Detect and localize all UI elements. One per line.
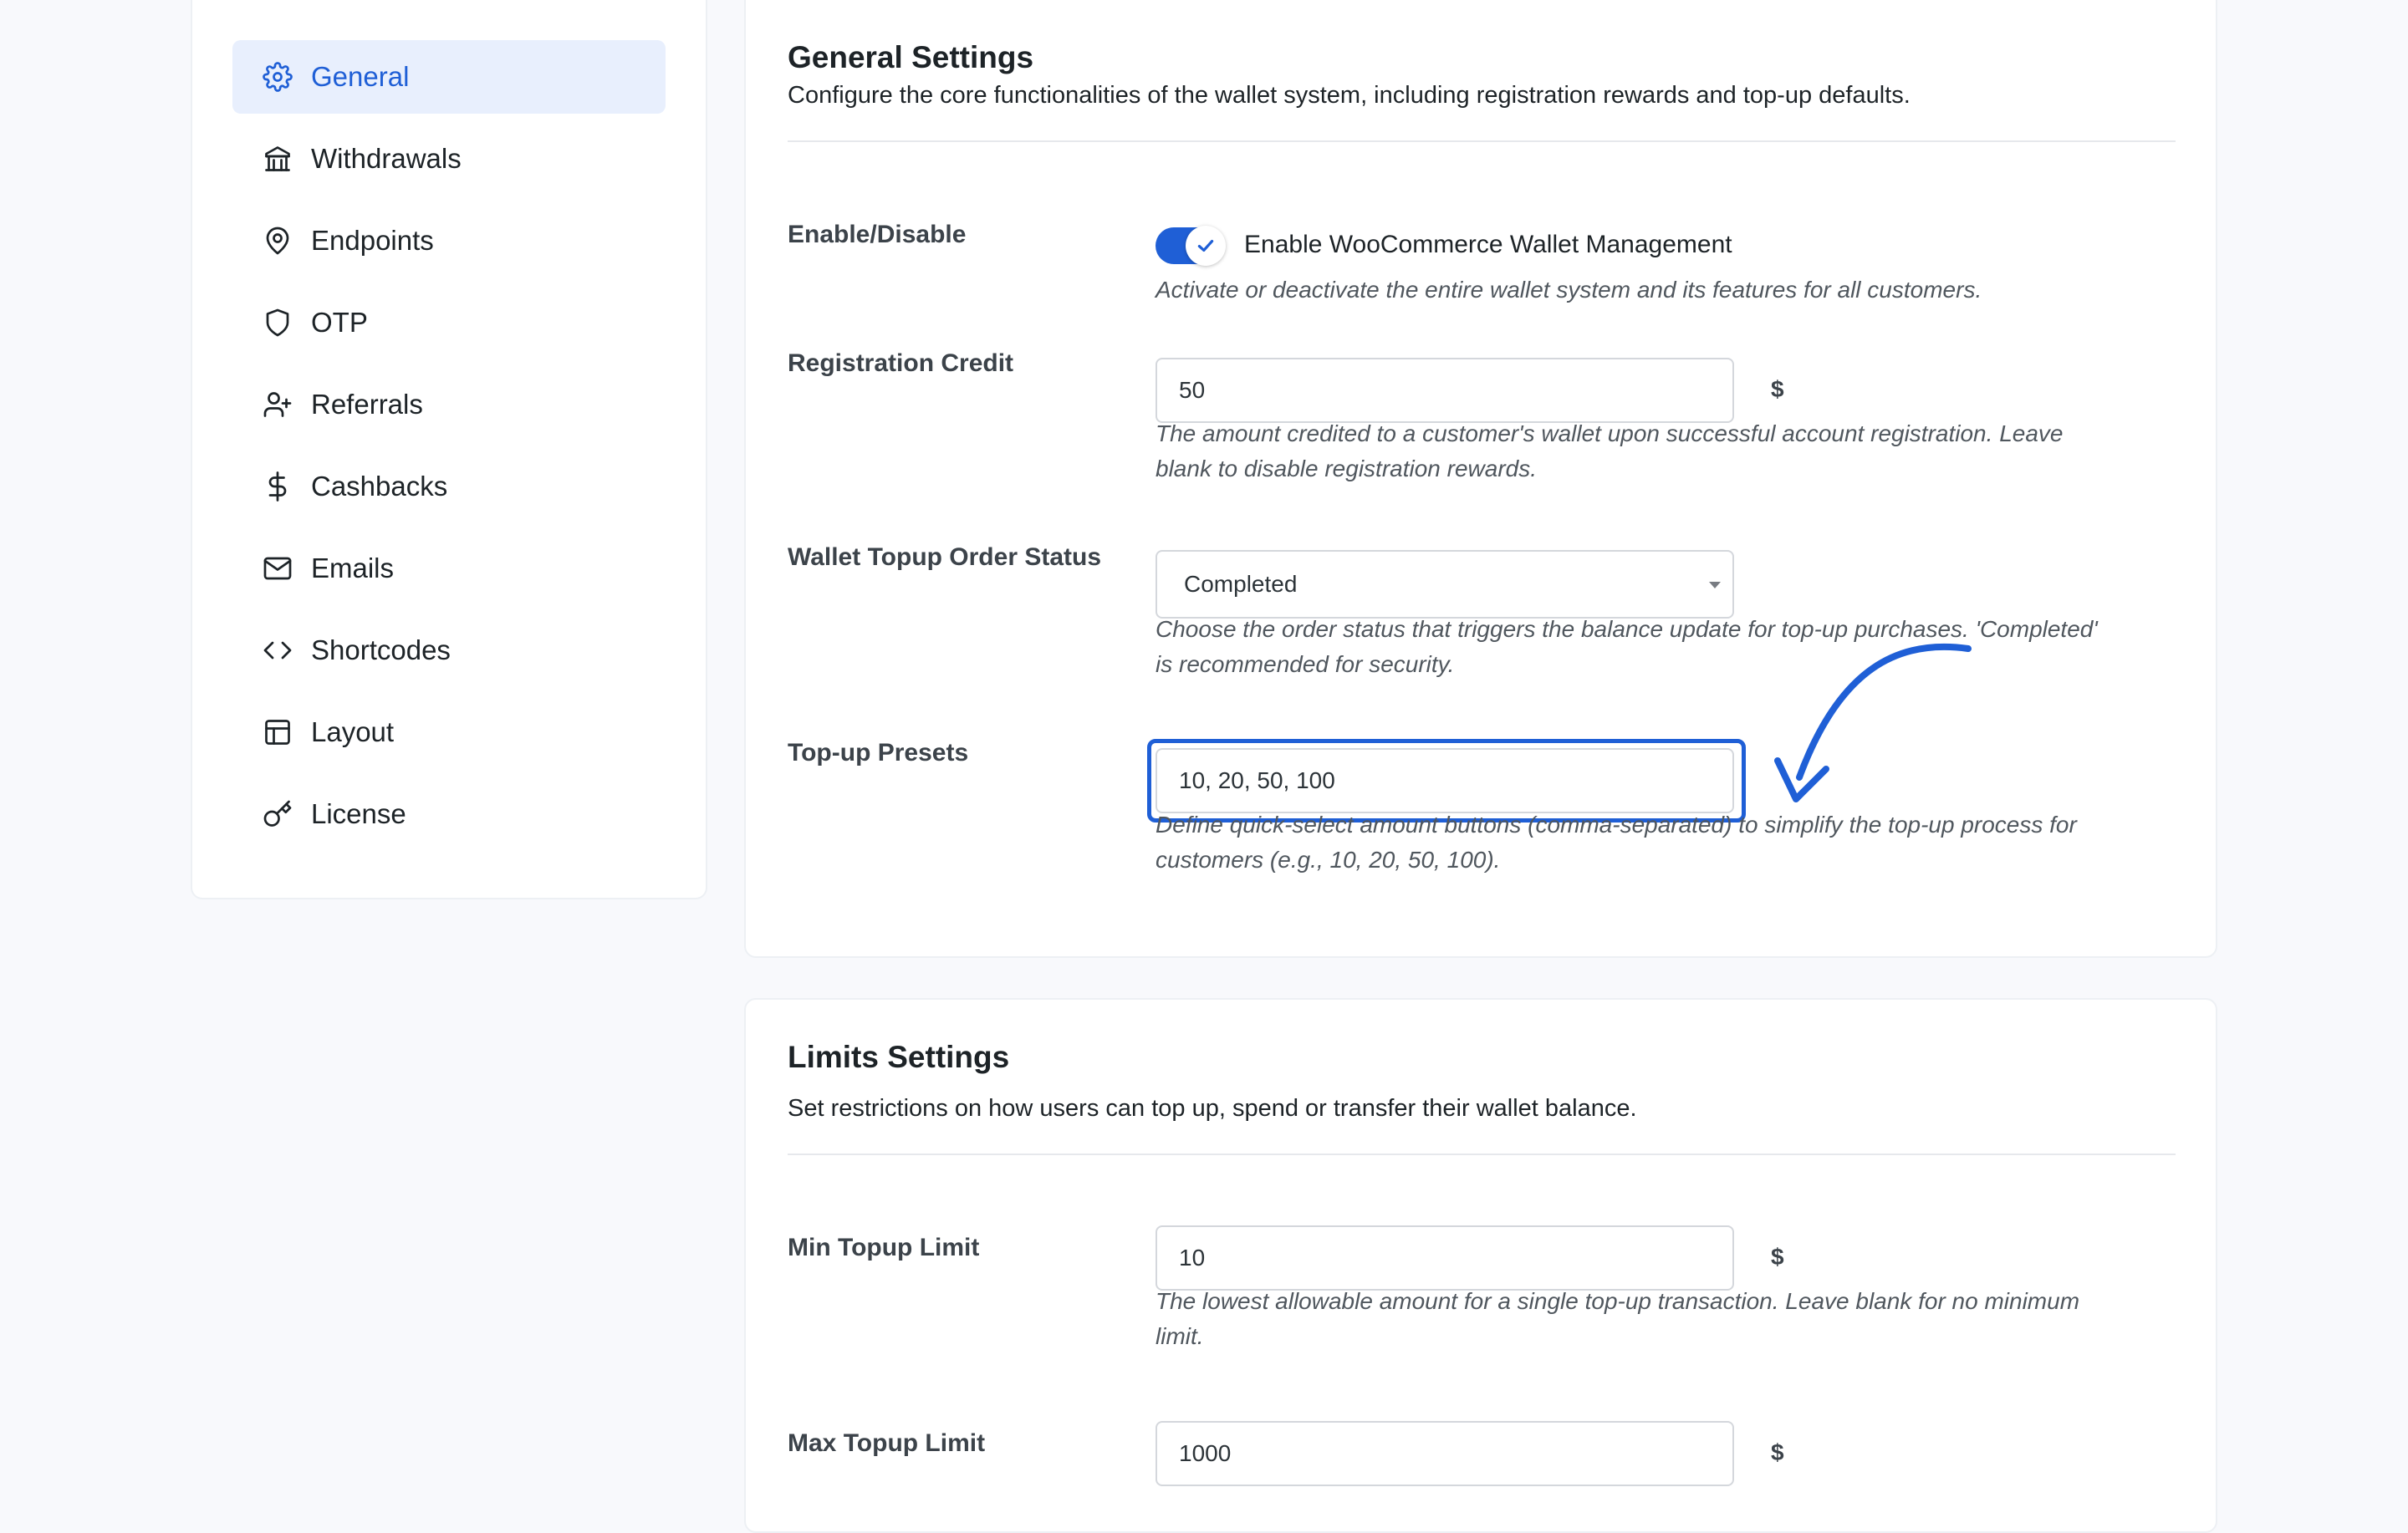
code-icon [263, 635, 293, 665]
sidebar-item-endpoints[interactable]: Endpoints [232, 204, 666, 278]
sidebar-item-layout[interactable]: Layout [232, 695, 666, 769]
section-description: Configure the core functionalities of th… [788, 82, 1911, 109]
topup-presets-help-line2: customers (e.g., 10, 20, 50, 100). [1156, 847, 1501, 873]
min-topup-label: Min Topup Limit [788, 1234, 980, 1261]
topup-presets-label: Top-up Presets [788, 739, 969, 766]
registration-credit-help-line1: The amount credited to a customer's wall… [1156, 420, 2064, 446]
order-status-selected: Completed [1184, 571, 1298, 597]
enable-help-text: Activate or deactivate the entire wallet… [1156, 277, 1982, 303]
min-topup-input[interactable] [1156, 1225, 1734, 1291]
key-icon [263, 799, 293, 829]
order-status-label: Wallet Topup Order Status [788, 543, 1102, 571]
sidebar-item-referrals[interactable]: Referrals [232, 368, 666, 441]
settings-sidebar: General Withdrawals Endpoints OTP Referr… [191, 0, 707, 899]
sidebar-item-emails[interactable]: Emails [232, 532, 666, 605]
user-plus-icon [263, 390, 293, 420]
sidebar-item-general[interactable]: General [232, 40, 666, 114]
map-pin-icon [263, 226, 293, 256]
divider [788, 140, 2176, 142]
sidebar-item-withdrawals[interactable]: Withdrawals [232, 122, 666, 196]
divider [788, 1154, 2176, 1155]
sidebar-item-cashbacks[interactable]: Cashbacks [232, 450, 666, 523]
sidebar-item-shortcodes[interactable]: Shortcodes [232, 614, 666, 687]
sidebar-item-otp[interactable]: OTP [232, 286, 666, 359]
enable-wallet-toggle-label[interactable]: Enable WooCommerce Wallet Management [1244, 231, 1732, 259]
registration-credit-input[interactable] [1156, 358, 1734, 423]
min-topup-help-line1: The lowest allowable amount for a single… [1156, 1288, 2080, 1314]
topup-presets-help-line1: Define quick-select amount buttons (comm… [1156, 812, 2077, 838]
limits-description: Set restrictions on how users can top up… [788, 1095, 1637, 1122]
annotation-arrow-icon [1774, 643, 1972, 802]
order-status-help-line1: Choose the order status that triggers th… [1156, 616, 2098, 642]
sidebar-item-label: Layout [311, 716, 395, 747]
chevron-down-icon [1709, 582, 1721, 588]
currency-symbol: $ [1771, 1439, 1784, 1465]
sidebar-item-label: OTP [311, 307, 368, 338]
sidebar-item-label: General [311, 61, 410, 92]
dollar-icon [263, 471, 293, 502]
general-settings-card: General Settings Configure the core func… [744, 0, 2217, 958]
topup-presets-input[interactable] [1156, 748, 1734, 813]
enable-wallet-toggle[interactable] [1156, 226, 1226, 266]
sidebar-item-label: License [311, 798, 406, 829]
currency-symbol: $ [1771, 1244, 1784, 1270]
sidebar-item-label: Endpoints [311, 225, 434, 256]
max-topup-input[interactable] [1156, 1421, 1734, 1486]
min-topup-help-line2: limit. [1156, 1323, 1204, 1349]
gear-icon [263, 62, 293, 92]
check-icon [1197, 239, 1214, 252]
sidebar-item-label: Emails [311, 553, 395, 583]
page-title: General Settings [788, 40, 1034, 74]
order-status-select[interactable]: Completed [1156, 550, 1734, 619]
limits-title: Limits Settings [788, 1040, 1010, 1074]
sidebar-item-label: Withdrawals [311, 143, 462, 174]
sidebar-item-label: Referrals [311, 389, 423, 420]
sidebar-item-label: Shortcodes [311, 634, 451, 665]
registration-credit-label: Registration Credit [788, 349, 1014, 377]
bank-icon [263, 144, 293, 174]
shield-icon [263, 308, 293, 338]
enable-disable-label: Enable/Disable [788, 221, 967, 248]
limits-settings-card: Limits Settings Set restrictions on how … [744, 998, 2217, 1533]
layout-icon [263, 717, 293, 747]
order-status-help-line2: is recommended for security. [1156, 651, 1455, 677]
max-topup-label: Max Topup Limit [788, 1429, 986, 1457]
sidebar-item-license[interactable]: License [232, 777, 666, 851]
sidebar-item-label: Cashbacks [311, 471, 448, 502]
mail-icon [263, 553, 293, 583]
registration-credit-help-line2: blank to disable registration rewards. [1156, 456, 1538, 481]
toggle-knob [1186, 226, 1226, 266]
currency-symbol: $ [1771, 376, 1784, 402]
